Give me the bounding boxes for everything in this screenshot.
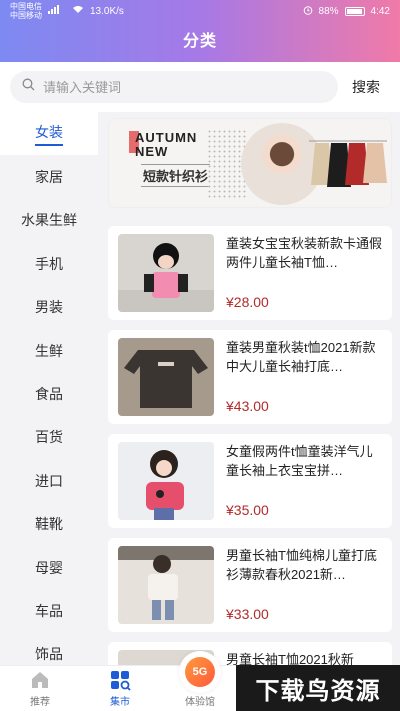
5g-icon: 5G [179, 651, 221, 693]
grid-icon [111, 671, 131, 691]
search-input[interactable] [43, 79, 326, 95]
sidebar-item-label: 母婴 [35, 559, 63, 576]
category-sidebar: 女装 家居 水果生鲜 手机 男装 生鲜 食品 百货 进口 鞋靴 母婴 车品 饰品 [0, 112, 98, 665]
sidebar-item-home[interactable]: 家居 [0, 155, 98, 198]
banner-title-line-2: NEW [135, 144, 169, 159]
product-price: ¥33.00 [226, 606, 269, 622]
battery-percent: 88% [318, 5, 339, 17]
product-name: 男童长袖T恤2021秋新 [226, 652, 354, 665]
tab-recommend[interactable]: 推荐 [0, 666, 80, 711]
network-speed: 13.0K/s [90, 5, 124, 17]
product-name: 童装男童秋装t恤2021新款中大儿童长袖打底… [226, 340, 376, 374]
sidebar-item-label: 水果生鲜 [21, 212, 77, 229]
banner-title-en: AUTUMN NEW [135, 131, 197, 159]
sidebar-item-label: 生鲜 [35, 342, 63, 359]
product-name: 女童假两件t恤童装洋气儿童长袖上衣宝宝拼… [226, 444, 373, 478]
product-content: AUTUMN NEW 短款针织衫 童装女宝宝秋装新款卡通假两件儿童长袖T恤… ¥… [98, 112, 400, 665]
home-icon [32, 672, 48, 688]
sidebar-item-general[interactable]: 百货 [0, 416, 98, 459]
sidebar-item-label: 家居 [35, 169, 63, 186]
banner-cardigans-image [309, 140, 387, 187]
search-button[interactable]: 搜索 [338, 77, 390, 97]
status-bar: 中国电信 中国移动 13.0K/s 88% 4:42 [0, 0, 400, 22]
product-name: 童装女宝宝秋装新款卡通假两件儿童长袖T恤… [226, 236, 383, 270]
product-card[interactable]: 女童假两件t恤童装洋气儿童长袖上衣宝宝拼… ¥35.00 [108, 434, 392, 528]
carrier-2: 中国移动 [10, 11, 42, 20]
promo-banner[interactable]: AUTUMN NEW 短款针织衫 [108, 118, 392, 208]
banner-title-line-1: AUTUMN [135, 130, 198, 145]
tab-market[interactable]: 集市 [80, 666, 160, 711]
sidebar-item-label: 食品 [35, 386, 63, 403]
sidebar-item-label: 百货 [35, 429, 63, 446]
product-image [118, 338, 214, 416]
sidebar-item-women[interactable]: 女装 [0, 112, 98, 156]
sidebar-item-label: 男装 [35, 299, 63, 316]
sidebar-item-phones[interactable]: 手机 [0, 242, 98, 285]
sidebar-item-label: 进口 [35, 472, 63, 489]
carrier-1: 中国电信 [10, 2, 42, 11]
search-row: 搜索 [0, 62, 400, 112]
product-price: ¥28.00 [226, 294, 269, 310]
header: 中国电信 中国移动 13.0K/s 88% 4:42 分类 [0, 0, 400, 62]
product-card[interactable]: 男童长袖T恤纯棉儿童打底衫薄款春秋2021新… ¥33.00 [108, 538, 392, 632]
product-card[interactable]: 童装男童秋装t恤2021新款中大儿童长袖打底… ¥43.00 [108, 330, 392, 424]
signal-icon [48, 5, 66, 17]
watermark: 下载鸟资源 [236, 665, 400, 711]
banner-title-cn: 短款针织衫 [141, 164, 211, 187]
tab-label: 集市 [110, 697, 130, 708]
product-card[interactable]: 男童长袖T恤2021秋新 [108, 642, 392, 665]
alarm-icon [303, 5, 313, 18]
wifi-icon [72, 5, 84, 17]
sidebar-item-label: 手机 [35, 255, 63, 272]
sidebar-item-food[interactable]: 食品 [0, 372, 98, 415]
product-name: 男童长袖T恤纯棉儿童打底衫薄款春秋2021新… [226, 548, 377, 582]
search-box[interactable] [10, 71, 338, 103]
search-icon [22, 78, 35, 96]
tab-label: 推荐 [30, 697, 50, 708]
sidebar-item-shoes[interactable]: 鞋靴 [0, 503, 98, 546]
sidebar-item-fresh[interactable]: 生鲜 [0, 329, 98, 372]
clock: 4:42 [370, 5, 390, 17]
product-price: ¥43.00 [226, 398, 269, 414]
sidebar-item-men[interactable]: 男装 [0, 286, 98, 329]
product-image [118, 234, 214, 312]
sidebar-item-fruit[interactable]: 水果生鲜 [0, 199, 98, 242]
product-price: ¥35.00 [226, 502, 269, 518]
sidebar-item-import[interactable]: 进口 [0, 459, 98, 502]
product-image [118, 546, 214, 624]
sidebar-item-car[interactable]: 车品 [0, 589, 98, 632]
sidebar-item-label: 鞋靴 [35, 516, 63, 533]
sidebar-item-label: 车品 [35, 602, 63, 619]
sidebar-item-label: 饰品 [35, 646, 63, 663]
sidebar-item-label: 女装 [35, 122, 63, 146]
sidebar-item-baby[interactable]: 母婴 [0, 546, 98, 589]
5g-badge: 5G [185, 657, 215, 687]
product-card[interactable]: 童装女宝宝秋装新款卡通假两件儿童长袖T恤… ¥28.00 [108, 226, 392, 320]
product-image [118, 442, 214, 520]
battery-icon [344, 6, 365, 16]
page-title: 分类 [182, 33, 217, 50]
tab-label: 体验馆 [185, 697, 215, 708]
tab-experience[interactable]: 5G 体验馆 [160, 651, 240, 711]
